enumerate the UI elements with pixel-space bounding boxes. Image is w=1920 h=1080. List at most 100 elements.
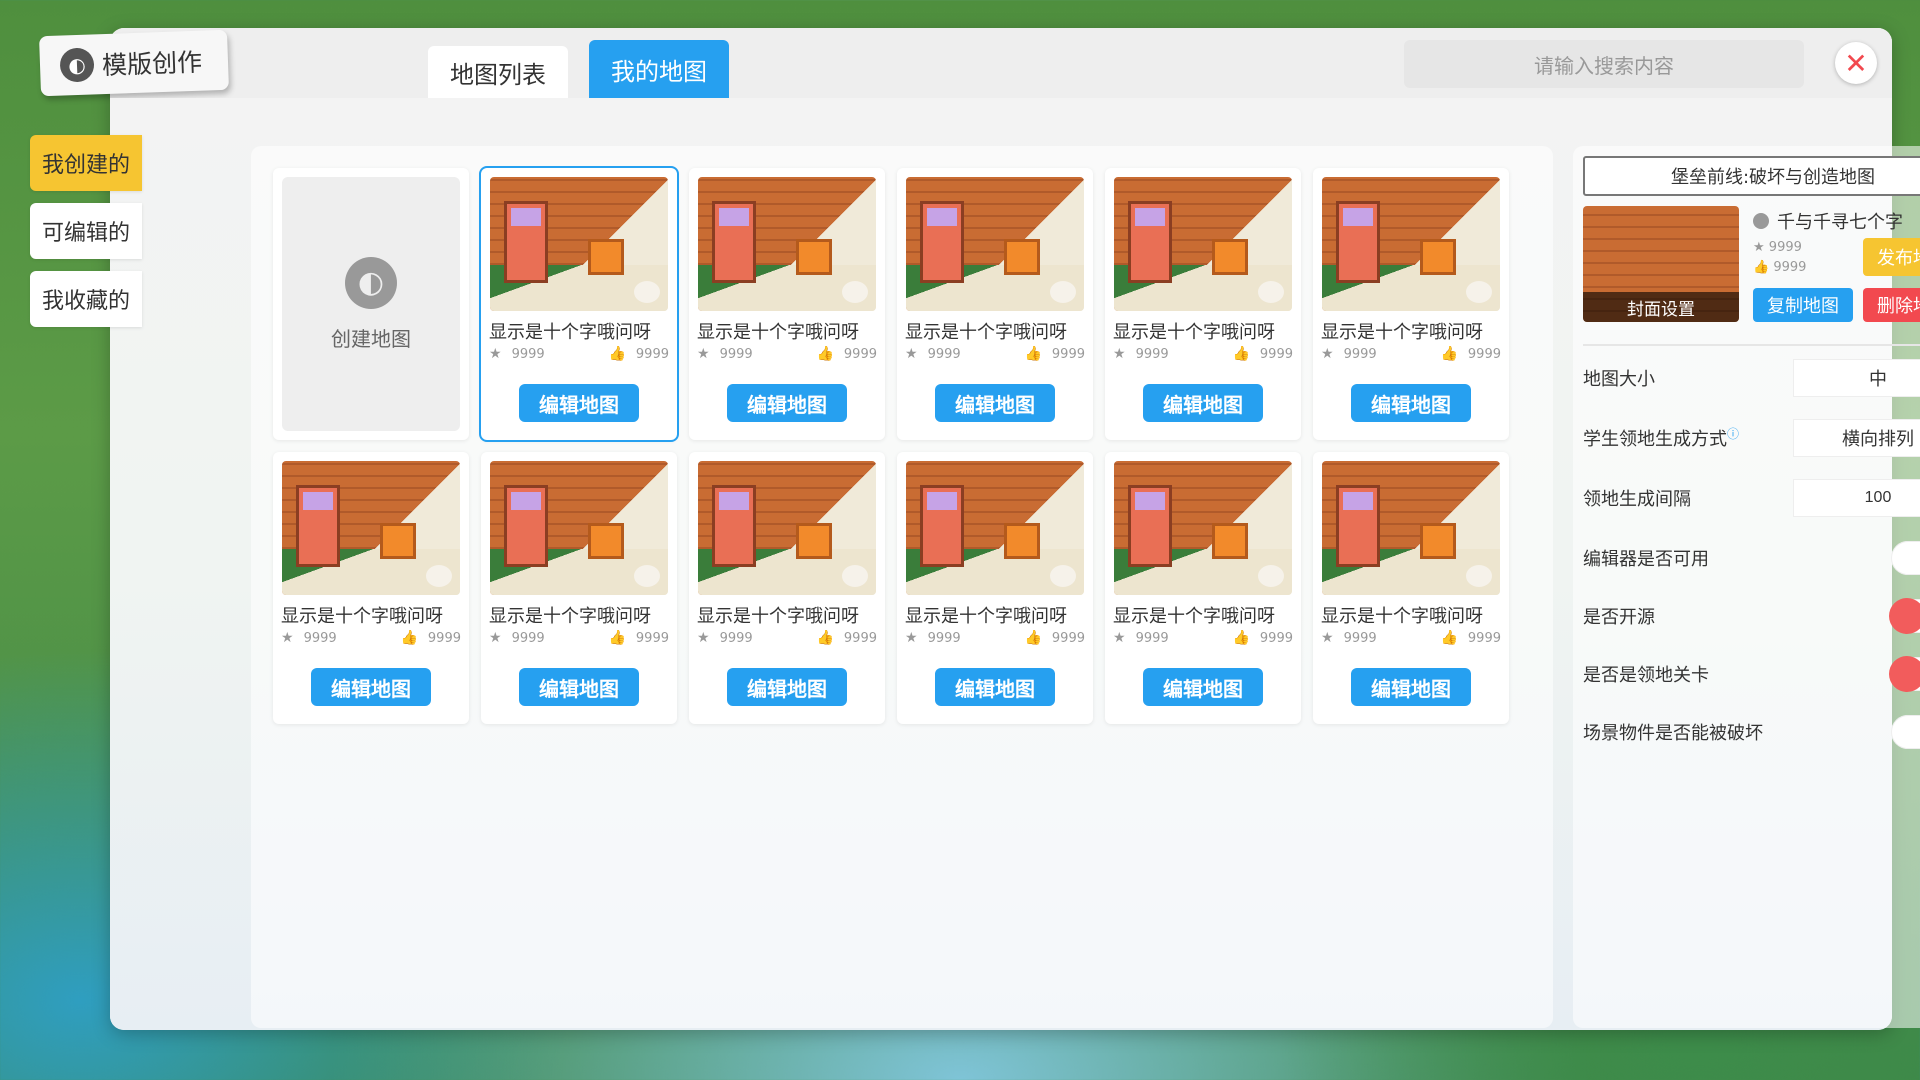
like-count: 👍 9999	[400, 630, 461, 646]
map-thumbnail[interactable]	[1322, 177, 1500, 311]
star-count: ★ 9999	[697, 630, 753, 646]
territory-gap-input[interactable]	[1793, 479, 1920, 517]
star-value: 9999	[1135, 346, 1169, 362]
search-input[interactable]: 请输入搜索内容	[1404, 40, 1804, 88]
map-size-select[interactable]: 中 ⌄	[1793, 359, 1920, 397]
map-thumbnail[interactable]	[282, 461, 460, 595]
help-icon[interactable]: ⓘ	[1727, 427, 1739, 441]
map-thumbnail[interactable]	[1114, 461, 1292, 595]
map-card[interactable]: 显示是十个字哦问呀 ★ 9999 👍 9999 编辑地图	[1105, 452, 1301, 724]
map-thumbnail[interactable]	[1322, 461, 1500, 595]
thumbs-up-icon: 👍	[1024, 630, 1042, 646]
like-value: 9999	[843, 630, 877, 646]
thumb-chair	[1004, 523, 1040, 559]
map-card[interactable]: 显示是十个字哦问呀 ★ 9999 👍 9999 编辑地图	[479, 166, 679, 442]
like-value: 9999	[1259, 630, 1293, 646]
star-value: 9999	[303, 630, 337, 646]
map-thumbnail[interactable]	[490, 461, 668, 595]
map-stats: ★ 9999 👍 9999	[1321, 346, 1501, 362]
thumb-shelf	[1128, 201, 1172, 283]
create-map-label: 创建地图	[331, 326, 411, 351]
like-count: 👍 9999	[1440, 346, 1501, 362]
map-card[interactable]: 显示是十个字哦问呀 ★ 9999 👍 9999 编辑地图	[689, 452, 885, 724]
map-card[interactable]: 显示是十个字哦问呀 ★ 9999 👍 9999 编辑地图	[897, 168, 1093, 440]
app-title: 模版创作	[101, 47, 203, 81]
map-thumbnail[interactable]	[1114, 177, 1292, 311]
tab-my-maps[interactable]: 我的地图	[589, 40, 729, 98]
edit-map-button[interactable]: 编辑地图	[311, 668, 431, 706]
map-card[interactable]: 显示是十个字哦问呀 ★ 9999 👍 9999 编辑地图	[481, 452, 677, 724]
map-stats: ★ 9999 👍 9999	[905, 346, 1085, 362]
star-count: ★ 9999	[1113, 630, 1169, 646]
map-card[interactable]: 显示是十个字哦问呀 ★ 9999 👍 9999 编辑地图	[897, 452, 1093, 724]
edit-map-button[interactable]: 编辑地图	[1351, 384, 1471, 422]
publish-map-button[interactable]: 发布地图	[1863, 238, 1920, 276]
author: 千与千寻七个字	[1753, 208, 1903, 234]
copy-map-button[interactable]: 复制地图	[1753, 288, 1853, 322]
star-count: ★ 9999	[1113, 346, 1169, 362]
sidebar: 我创建的 可编辑的 我收藏的	[30, 135, 142, 339]
thumb-shelf	[712, 201, 756, 283]
map-stats: ★ 9999 👍 9999	[905, 630, 1085, 646]
map-thumbnail[interactable]	[698, 461, 876, 595]
map-title: 显示是十个字哦问呀	[905, 322, 1067, 343]
close-button[interactable]: ✕	[1835, 42, 1877, 84]
map-name-field[interactable]: 堡垒前线:破坏与创造地图 ✎	[1583, 156, 1920, 196]
edit-map-button[interactable]: 编辑地图	[1143, 668, 1263, 706]
tab-map-list[interactable]: 地图列表	[428, 46, 568, 98]
cover-image[interactable]: 封面设置	[1583, 206, 1739, 322]
thumbs-up-icon: 👍	[608, 630, 626, 646]
thumb-shelf	[1336, 485, 1380, 567]
edit-map-button[interactable]: 编辑地图	[1143, 384, 1263, 422]
star-value: 9999	[1135, 630, 1169, 646]
edit-map-button[interactable]: 编辑地图	[519, 384, 639, 422]
edit-map-button[interactable]: 编辑地图	[935, 668, 1055, 706]
thumb-chair	[588, 523, 624, 559]
map-name-text: 堡垒前线:破坏与创造地图	[1670, 167, 1876, 188]
thumb-chair	[380, 523, 416, 559]
map-thumbnail[interactable]	[906, 177, 1084, 311]
create-map-area[interactable]: ◐ 创建地图	[282, 177, 460, 431]
map-grid-panel: ◐ 创建地图 显示是十个字哦问呀 ★ 9999 👍 9999 编辑地图 显示是十个字哦问呀 ★…	[251, 146, 1553, 1028]
map-card[interactable]: 显示是十个字哦问呀 ★ 9999 👍 9999 编辑地图	[689, 168, 885, 440]
edit-map-button[interactable]: 编辑地图	[519, 668, 639, 706]
edit-map-button[interactable]: 编辑地图	[727, 668, 847, 706]
map-title: 显示是十个字哦问呀	[1113, 322, 1275, 343]
like-value: 9999	[1259, 346, 1293, 362]
setting-territory-gap: 领地生成间隔	[1583, 478, 1920, 518]
open-source-toggle[interactable]	[1889, 598, 1920, 634]
sidebar-item-created[interactable]: 我创建的	[30, 135, 142, 191]
map-thumbnail[interactable]	[698, 177, 876, 311]
map-stats: ★ 9999 👍 9999	[489, 346, 669, 362]
edit-map-button[interactable]: 编辑地图	[935, 384, 1055, 422]
thumb-chair	[796, 523, 832, 559]
create-map-card[interactable]: ◐ 创建地图	[273, 168, 469, 440]
star-icon: ★	[905, 630, 918, 646]
like-count: 👍 9999	[608, 346, 669, 362]
map-card[interactable]: 显示是十个字哦问呀 ★ 9999 👍 9999 编辑地图	[1313, 168, 1509, 440]
toggle-knob	[1889, 598, 1920, 634]
like-value: 9999	[1467, 630, 1501, 646]
like-value: 9999	[1051, 346, 1085, 362]
cover-settings-label[interactable]: 封面设置	[1583, 292, 1739, 322]
thumb-bunny	[1050, 281, 1076, 303]
destructible-toggle[interactable]	[1891, 715, 1920, 749]
like-count: 👍 9999	[1232, 630, 1293, 646]
map-thumbnail[interactable]	[906, 461, 1084, 595]
globe-icon: ◐	[345, 256, 397, 309]
territory-mode-select[interactable]: 横向排列 ⌄	[1793, 419, 1920, 457]
sidebar-item-editable[interactable]: 可编辑的	[30, 203, 142, 259]
editor-available-toggle[interactable]	[1891, 541, 1920, 575]
territory-level-toggle[interactable]	[1889, 656, 1920, 692]
delete-map-button[interactable]: 删除地图	[1863, 288, 1920, 322]
thumb-shelf	[920, 201, 964, 283]
edit-map-button[interactable]: 编辑地图	[1351, 668, 1471, 706]
map-card[interactable]: 显示是十个字哦问呀 ★ 9999 👍 9999 编辑地图	[1105, 168, 1301, 440]
sidebar-item-favorites[interactable]: 我收藏的	[30, 271, 142, 327]
map-thumbnail[interactable]	[490, 177, 668, 311]
edit-map-button[interactable]: 编辑地图	[727, 384, 847, 422]
map-card[interactable]: 显示是十个字哦问呀 ★ 9999 👍 9999 编辑地图	[1313, 452, 1509, 724]
star-count: ★ 9999	[697, 346, 753, 362]
star-icon: ★	[1321, 346, 1334, 362]
map-card[interactable]: 显示是十个字哦问呀 ★ 9999 👍 9999 编辑地图	[273, 452, 469, 724]
